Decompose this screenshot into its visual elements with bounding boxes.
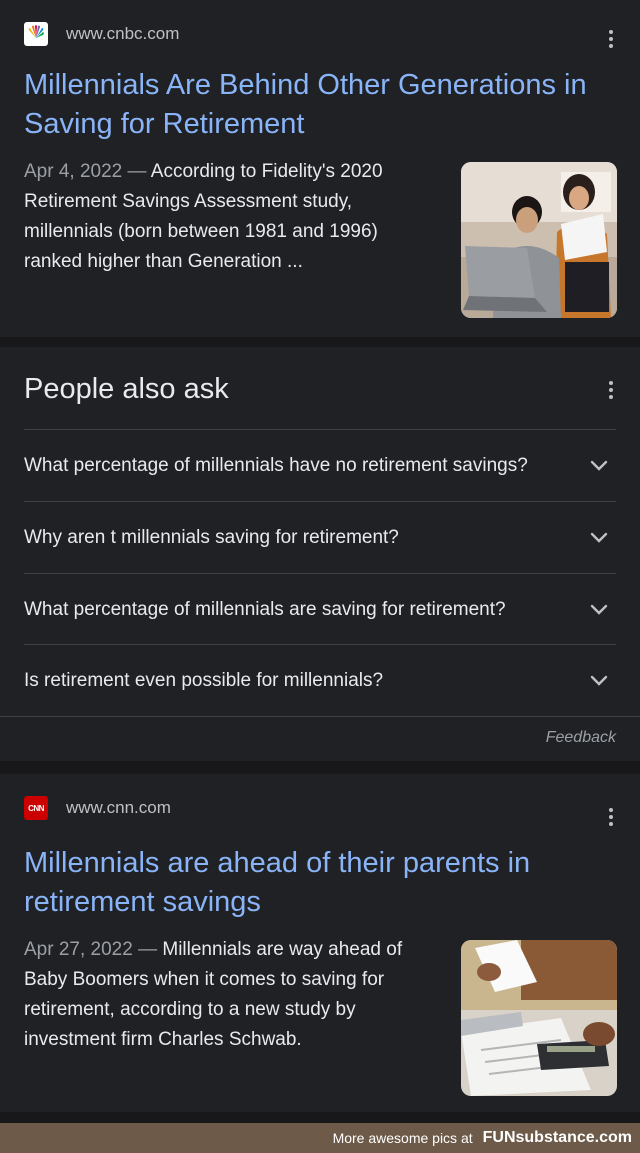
watermark-footer: More awesome pics at FUNsubstance.com xyxy=(0,1123,640,1153)
chevron-down-icon[interactable] xyxy=(586,525,612,551)
chevron-down-icon[interactable] xyxy=(586,597,612,623)
question-row[interactable]: Why aren t millennials saving for retire… xyxy=(24,501,616,573)
chevron-down-icon[interactable] xyxy=(586,453,612,479)
date-separator: — xyxy=(122,161,151,182)
question-row[interactable]: What percentage of millennials have no r… xyxy=(24,429,616,501)
person-with-calculator-image[interactable] xyxy=(461,940,617,1096)
couple-with-laptop-image[interactable] xyxy=(461,162,617,318)
question-text: What percentage of millennials are savin… xyxy=(24,598,506,620)
people-also-ask-heading: People also ask xyxy=(24,373,229,405)
result-snippet: Apr 4, 2022 — According to Fidelity's 20… xyxy=(24,157,439,277)
site-url[interactable]: www.cnbc.com xyxy=(66,24,179,44)
cnbc-peacock-icon xyxy=(24,22,48,46)
result-title-link[interactable]: Millennials Are Behind Other Generations… xyxy=(24,66,624,144)
result-snippet: Apr 27, 2022 — Millennials are way ahead… xyxy=(24,935,439,1055)
question-row[interactable]: Is retirement even possible for millenni… xyxy=(24,644,616,716)
result-date: Apr 27, 2022 xyxy=(24,939,133,960)
footer-text: More awesome pics at xyxy=(332,1130,473,1146)
result-source[interactable]: CNN www.cnn.com xyxy=(24,796,171,820)
result-date: Apr 4, 2022 xyxy=(24,161,123,182)
question-text: Why aren t millennials saving for retire… xyxy=(24,526,399,548)
footer-brand: FUNsubstance.com xyxy=(482,1129,632,1146)
chevron-down-icon[interactable] xyxy=(586,668,612,694)
more-options-icon[interactable] xyxy=(608,30,614,48)
site-url[interactable]: www.cnn.com xyxy=(66,798,171,818)
search-result-cnbc: www.cnbc.com Millennials Are Behind Othe… xyxy=(0,0,640,337)
more-options-icon[interactable] xyxy=(608,381,614,399)
cnn-logo-icon: CNN xyxy=(24,796,48,820)
question-text: Is retirement even possible for millenni… xyxy=(24,669,384,691)
more-options-icon[interactable] xyxy=(608,808,614,826)
search-result-cnn: CNN www.cnn.com Millennials are ahead of… xyxy=(0,774,640,1112)
result-title-link[interactable]: Millennials are ahead of their parents i… xyxy=(24,844,624,922)
people-also-ask-panel: People also ask What percentage of mille… xyxy=(0,347,640,761)
feedback-link[interactable]: Feedback xyxy=(546,729,616,747)
question-row[interactable]: What percentage of millennials are savin… xyxy=(24,573,616,645)
result-source[interactable]: www.cnbc.com xyxy=(24,22,179,46)
divider xyxy=(0,716,640,717)
date-separator: — xyxy=(132,939,163,960)
question-text: What percentage of millennials have no r… xyxy=(24,454,528,476)
